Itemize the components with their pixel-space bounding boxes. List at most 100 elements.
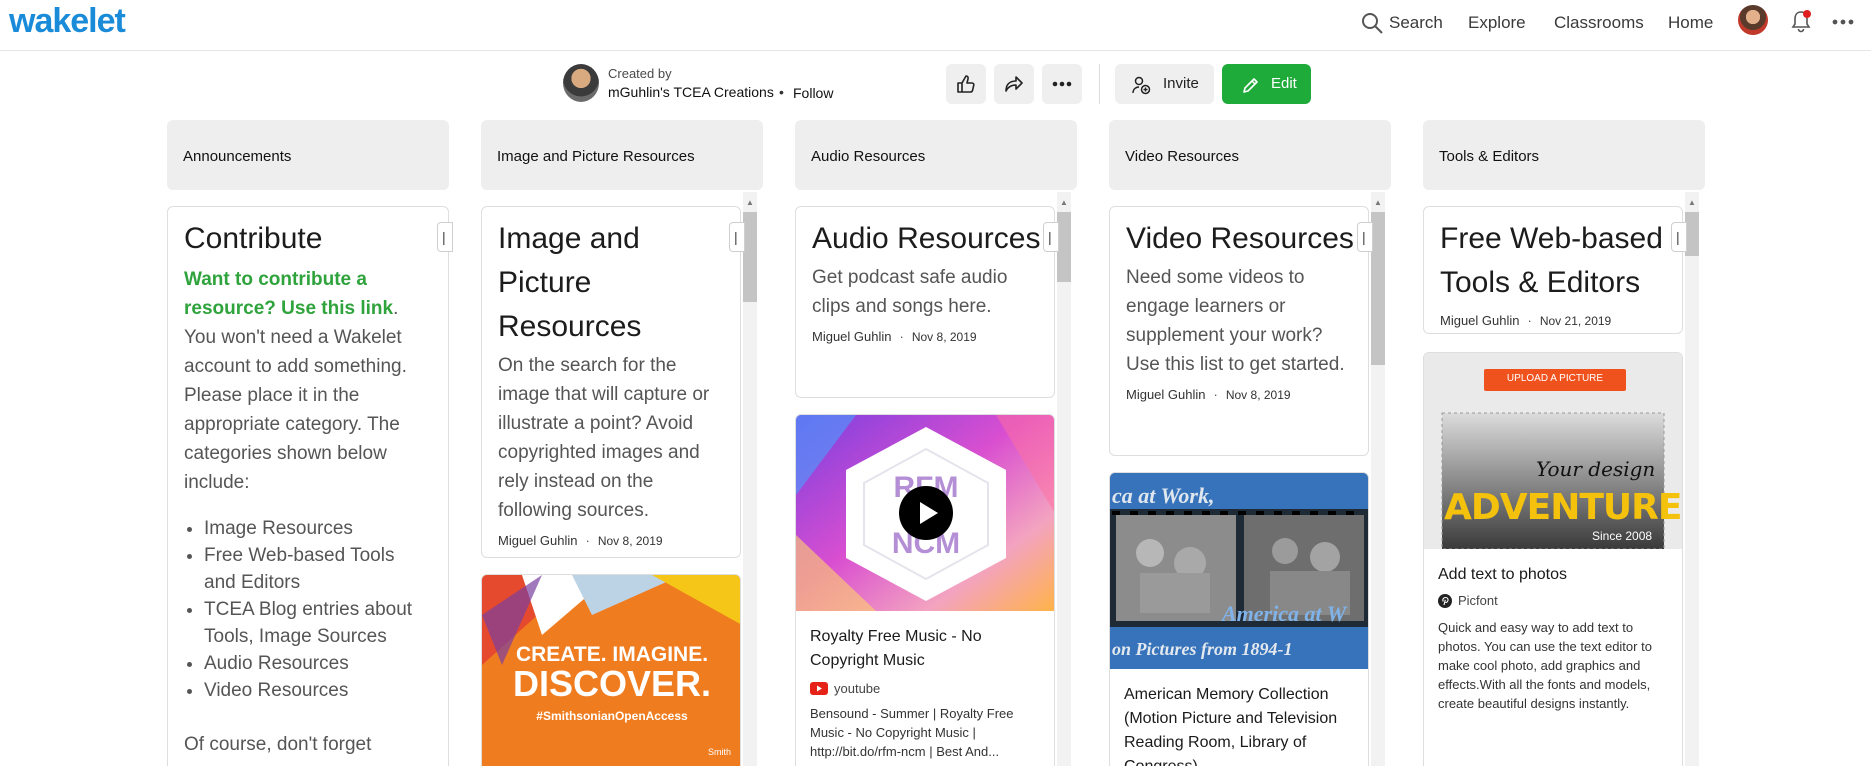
scroll-thumb[interactable] bbox=[1371, 212, 1385, 365]
author-name[interactable]: Miguel Guhlin bbox=[812, 329, 892, 344]
list-item: Free Web-based Tools and Editors bbox=[204, 542, 424, 596]
column-title: Tools & Editors bbox=[1439, 148, 1540, 165]
author-name[interactable]: Miguel Guhlin bbox=[1126, 387, 1206, 402]
search-icon[interactable] bbox=[1360, 11, 1384, 35]
scroll-thumb[interactable] bbox=[743, 212, 757, 302]
dot-separator: • bbox=[779, 84, 784, 100]
audio-section-card[interactable]: Audio Resources Get podcast safe audio c… bbox=[795, 206, 1055, 398]
invite-label: Invite bbox=[1163, 75, 1199, 92]
thumb-text-top: ca at Work, bbox=[1112, 483, 1215, 508]
card-desc: Get podcast safe audio clips and songs h… bbox=[812, 267, 1008, 317]
column-header[interactable]: Tools & Editors bbox=[1423, 120, 1705, 190]
nav-home[interactable]: Home bbox=[1668, 13, 1713, 33]
category-list: Image Resources Free Web-based Tools and… bbox=[204, 515, 424, 704]
link-desc: Bensound - Summer | Royalty Free Music -… bbox=[810, 706, 1014, 759]
scroll-up-arrow[interactable]: ▲ bbox=[743, 198, 757, 208]
card-meta: Miguel Guhlin · Nov 8, 2019 bbox=[498, 533, 663, 548]
nav-explore[interactable]: Explore bbox=[1468, 13, 1526, 33]
card-edge-tab[interactable]: | bbox=[1357, 222, 1373, 252]
picfont-link-card[interactable]: UPLOAD A PICTURE Your design ADVENTURE S… bbox=[1423, 352, 1683, 766]
thumb-brand: Smith bbox=[708, 747, 732, 757]
thumb-script: Your design bbox=[1536, 457, 1656, 481]
pencil-icon bbox=[1243, 78, 1258, 93]
video-section-card[interactable]: Video Resources Need some videos to enga… bbox=[1109, 206, 1369, 456]
invite-button[interactable]: Invite bbox=[1115, 64, 1214, 104]
list-item: Image Resources bbox=[204, 515, 424, 542]
bell-icon[interactable] bbox=[1790, 9, 1812, 33]
link-title[interactable]: American Memory Collection (Motion Pictu… bbox=[1124, 683, 1356, 766]
pinterest-icon bbox=[1438, 593, 1452, 608]
contribute-link[interactable]: Want to contribute a resource? Use this … bbox=[184, 269, 393, 319]
scroll-up-arrow[interactable]: ▲ bbox=[1685, 198, 1699, 208]
column-header[interactable]: Audio Resources bbox=[795, 120, 1077, 190]
list-item: Audio Resources bbox=[204, 650, 424, 677]
column-header[interactable]: Announcements bbox=[167, 120, 449, 190]
tools-section-card[interactable]: Free Web-based Tools & Editors Miguel Gu… bbox=[1423, 206, 1683, 334]
card-title: Free Web-based Tools & Editors bbox=[1440, 222, 1663, 299]
scroll-up-arrow[interactable]: ▲ bbox=[1371, 198, 1385, 208]
card-body: You won't need a Wakelet account to add … bbox=[184, 327, 407, 493]
image-section-card[interactable]: Image and Picture Resources On the searc… bbox=[481, 206, 741, 558]
card-title: Audio Resources bbox=[812, 222, 1041, 255]
user-avatar[interactable] bbox=[1738, 5, 1768, 35]
header-divider bbox=[1099, 64, 1100, 104]
card-title: Image and Picture Resources bbox=[498, 222, 642, 343]
source-line: youtube bbox=[810, 681, 1042, 696]
smithsonian-link-card[interactable]: CREATE. IMAGINE. DISCOVER. #SmithsonianO… bbox=[481, 574, 741, 766]
source-name: youtube bbox=[834, 681, 881, 696]
kebab-icon[interactable] bbox=[1831, 12, 1855, 32]
column-title: Video Resources bbox=[1125, 148, 1239, 165]
card-edge-tab[interactable]: | bbox=[437, 222, 453, 252]
column-header[interactable]: Video Resources bbox=[1109, 120, 1391, 190]
author-name[interactable]: Miguel Guhlin bbox=[498, 533, 578, 548]
contribute-card[interactable]: Contribute Want to contribute a resource… bbox=[167, 206, 449, 766]
link-period: . bbox=[393, 298, 399, 319]
column-title: Image and Picture Resources bbox=[497, 148, 695, 165]
created-by-label: Created by bbox=[608, 66, 672, 81]
follow-link[interactable]: Follow bbox=[793, 85, 833, 101]
scroll-thumb[interactable] bbox=[1685, 212, 1699, 256]
youtube-link-card[interactable]: RFM NCM Royalty Free Music - No Copyrigh… bbox=[795, 414, 1055, 766]
share-icon bbox=[1005, 76, 1023, 92]
nav-search[interactable]: Search bbox=[1389, 13, 1443, 33]
post-date: Nov 8, 2019 bbox=[911, 330, 977, 344]
column-scrollbar[interactable] bbox=[1685, 192, 1699, 766]
link-title[interactable]: Add text to photos bbox=[1438, 563, 1670, 587]
scroll-thumb[interactable] bbox=[1057, 212, 1071, 282]
column-header[interactable]: Image and Picture Resources bbox=[481, 120, 763, 190]
edit-button[interactable]: Edit bbox=[1222, 64, 1311, 104]
play-icon[interactable] bbox=[898, 485, 954, 541]
edit-label: Edit bbox=[1271, 75, 1297, 92]
list-item: Video Resources bbox=[204, 677, 424, 704]
card-edge-tab[interactable]: | bbox=[1671, 222, 1687, 252]
column-title: Announcements bbox=[183, 148, 292, 165]
nav-classrooms[interactable]: Classrooms bbox=[1554, 13, 1644, 33]
creator-avatar[interactable] bbox=[563, 64, 599, 102]
card-edge-tab[interactable]: | bbox=[729, 222, 745, 252]
creator-name[interactable]: mGuhlin's TCEA Creations bbox=[608, 84, 774, 100]
more-options-button[interactable] bbox=[1042, 64, 1082, 104]
list-item: TCEA Blog entries about Tools, Image Sou… bbox=[204, 596, 424, 650]
loc-link-card[interactable]: ca at Work, America at W on Pictures fro… bbox=[1109, 472, 1369, 766]
column-title: Audio Resources bbox=[811, 148, 926, 165]
author-name[interactable]: Miguel Guhlin bbox=[1440, 313, 1520, 328]
card-meta: Miguel Guhlin · Nov 8, 2019 bbox=[1126, 387, 1291, 402]
card-meta: Miguel Guhlin · Nov 21, 2019 bbox=[1440, 313, 1612, 328]
card-footer-text: Of course, don't forget bbox=[184, 734, 372, 755]
wakelet-logo[interactable]: wakelet bbox=[9, 2, 126, 41]
card-title: Video Resources bbox=[1126, 222, 1354, 255]
thumb-small-text: Since 2008 bbox=[1592, 529, 1653, 543]
card-edge-tab[interactable]: | bbox=[1043, 222, 1059, 252]
share-button[interactable] bbox=[994, 64, 1034, 104]
thumb-hashtag: #SmithsonianOpenAccess bbox=[536, 709, 688, 723]
upload-picture-button[interactable]: UPLOAD A PICTURE bbox=[1484, 373, 1626, 384]
scroll-up-arrow[interactable]: ▲ bbox=[1057, 198, 1071, 208]
post-date: Nov 21, 2019 bbox=[1539, 314, 1612, 328]
like-button[interactable] bbox=[946, 64, 986, 104]
more-icon bbox=[1052, 81, 1072, 87]
thumb-text-bottom: on Pictures from 1894-1 bbox=[1112, 639, 1293, 659]
thumb-line-2: DISCOVER. bbox=[512, 663, 712, 704]
card-title: Contribute bbox=[184, 222, 323, 255]
top-navbar: wakelet Search Explore Classrooms Home bbox=[0, 0, 1871, 51]
link-title[interactable]: Royalty Free Music - No Copyright Music bbox=[810, 625, 1042, 673]
